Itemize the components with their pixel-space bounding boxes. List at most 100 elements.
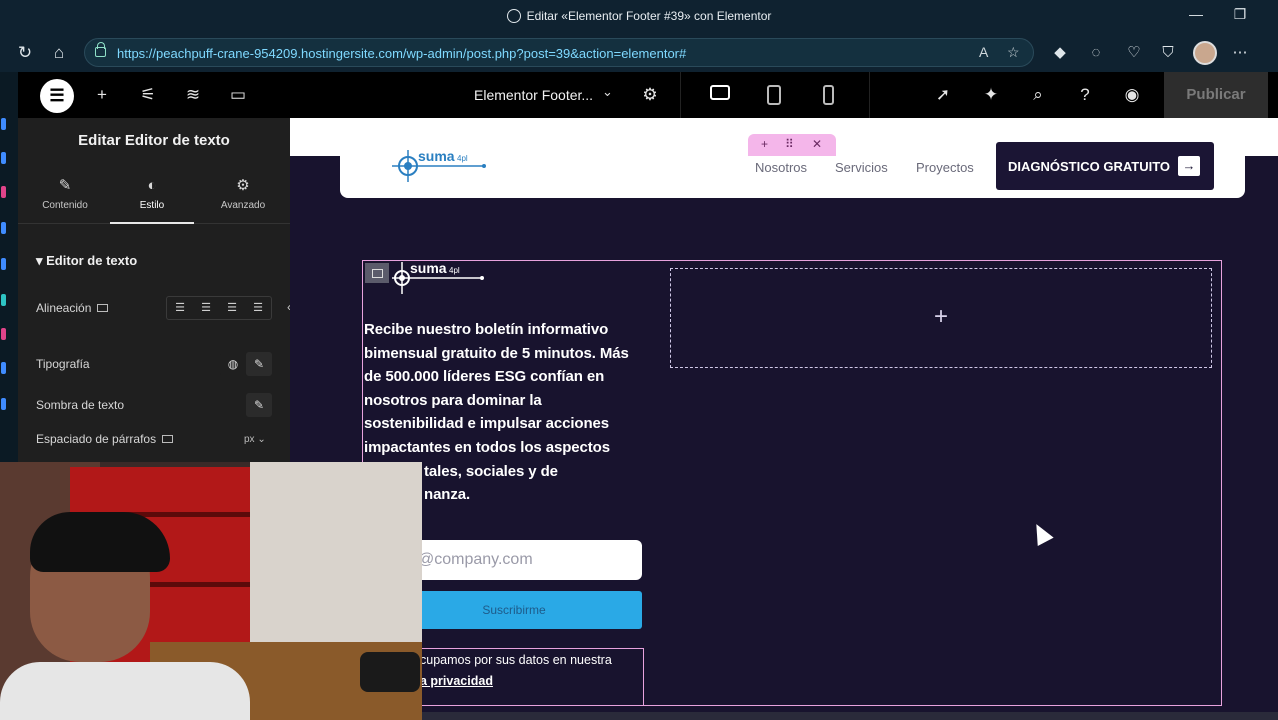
minimize-button[interactable]: — <box>1186 6 1206 26</box>
section-handle[interactable]: + ⠿ ✕ <box>748 134 836 156</box>
delete-section-icon[interactable]: ✕ <box>812 137 822 151</box>
browser-essentials-icon[interactable]: ⛉ <box>1158 43 1178 63</box>
notifications-icon[interactable]: ✦ <box>980 84 1002 106</box>
cta-label: DIAGNÓSTICO GRATUITO <box>1008 159 1171 174</box>
nav-link-proyectos[interactable]: Proyectos <box>916 160 974 175</box>
strip-indicator <box>1 186 6 198</box>
rocket-icon[interactable]: ➚ <box>932 84 954 106</box>
monitor-icon[interactable] <box>162 435 174 443</box>
profile-avatar[interactable] <box>1193 41 1217 65</box>
text-line: de 500.000 líderes ESG confían en <box>364 368 605 386</box>
privacy-link[interactable]: a privacidad <box>420 674 493 688</box>
edit-text-shadow-icon[interactable]: ✎ <box>246 393 272 417</box>
panel-tabs: ✎ Contenido ◐ Estilo ⚙ Avanzado <box>18 168 290 224</box>
preview-eye-icon[interactable]: ◉ <box>1121 84 1143 106</box>
footer-logo-subtext: 4pl <box>449 266 460 275</box>
favorite-star-icon[interactable]: ☆ <box>1007 44 1020 61</box>
home-icon[interactable]: ⌂ <box>48 42 70 64</box>
desktop-icon[interactable] <box>710 85 730 100</box>
read-aloud-icon[interactable]: A <box>979 44 988 60</box>
paragraph-spacing-label: Espaciado de párrafos <box>36 432 174 446</box>
editor-canvas: suma 4pl Nosotros Servicios Proyectos DI… <box>290 118 1278 720</box>
heart-pulse-icon[interactable]: ♡ <box>1124 43 1144 63</box>
tab-style[interactable]: ◐ Estilo <box>110 168 194 224</box>
page-settings-gear-icon[interactable]: ⚙ <box>639 84 661 106</box>
alignment-label: Alineación <box>36 301 109 315</box>
nav-link-nosotros[interactable]: Nosotros <box>755 160 807 175</box>
shield-extension-icon[interactable]: ◆ <box>1050 43 1070 63</box>
site-settings-icon[interactable]: ⚟ <box>137 84 159 106</box>
text-line: impactantes en todos los aspectos <box>364 438 610 456</box>
chevron-down-icon[interactable]: ⌄ <box>602 84 613 100</box>
responsive-mode-group <box>680 72 870 118</box>
footer-logo[interactable]: suma 4pl <box>390 258 490 298</box>
align-center-icon[interactable]: ☰ <box>193 297 219 319</box>
add-element-icon[interactable]: + <box>91 84 113 106</box>
text-shadow-label: Sombra de texto <box>36 398 125 412</box>
publish-button[interactable]: Publicar <box>1164 72 1268 118</box>
tablet-icon[interactable] <box>767 85 781 105</box>
restore-button[interactable]: ❐ <box>1230 6 1250 26</box>
alignment-label-text: Alineación <box>36 301 92 315</box>
unit-value: px <box>244 434 255 445</box>
text-line: sostenibilidad e impulsar acciones <box>364 415 610 433</box>
globe-icon <box>506 9 521 23</box>
strip-indicator <box>1 328 6 340</box>
text-line: Recibe nuestro boletín informativo <box>364 321 609 338</box>
structure-layers-icon[interactable]: ≋ <box>182 84 204 106</box>
section-toggle[interactable]: ▾ Editor de texto <box>36 253 137 269</box>
strip-indicator <box>1 258 6 270</box>
text-line: nosotros para dominar la <box>364 391 542 409</box>
extension-icon[interactable]: ◌ <box>1086 43 1106 63</box>
footer-logo-text: suma <box>410 260 447 276</box>
more-menu-icon[interactable]: ⋯ <box>1230 43 1250 63</box>
empty-column-dropzone[interactable]: + <box>670 268 1212 368</box>
add-widget-icon[interactable]: + <box>671 303 1211 331</box>
comments-icon[interactable]: ▭ <box>227 84 249 106</box>
panel-title: Editar Editor de texto <box>78 132 230 149</box>
site-logo[interactable]: suma 4pl <box>388 146 488 186</box>
tab-content[interactable]: ✎ Contenido <box>20 168 110 224</box>
webcam-object <box>360 652 420 692</box>
logo-text: suma <box>418 148 455 164</box>
subscribe-button[interactable]: Suscribirme <box>386 591 642 629</box>
contrast-icon: ◐ <box>147 177 157 194</box>
mobile-icon[interactable] <box>823 85 834 105</box>
edit-typography-icon[interactable]: ✎ <box>246 352 272 376</box>
tab-advanced[interactable]: ⚙ Avanzado <box>198 168 288 224</box>
gear-icon: ⚙ <box>236 177 250 194</box>
tab-label: Estilo <box>139 200 165 211</box>
elementor-logo-icon[interactable]: ☰ <box>40 79 74 113</box>
logo-subtext: 4pl <box>457 154 468 163</box>
align-right-icon[interactable]: ☰ <box>219 297 245 319</box>
monitor-icon[interactable] <box>97 304 109 312</box>
url-text: https://peachpuff-crane-954209.hostinger… <box>117 46 687 61</box>
section-title: Editor de texto <box>46 253 138 268</box>
arrow-right-icon: → <box>1178 156 1200 176</box>
drag-handle-icon[interactable]: ⠿ <box>785 137 794 151</box>
nav-link-servicios[interactable]: Servicios <box>835 160 888 175</box>
elementor-top-bar: ☰ + ⚟ ≋ ▭ Elementor Footer... ⌄ ⚙ ➚ ✦ ⌕ … <box>18 72 1278 118</box>
tab-label: Avanzado <box>220 200 266 211</box>
help-icon[interactable]: ? <box>1074 84 1096 106</box>
align-left-icon[interactable]: ☰ <box>167 297 193 319</box>
edit-column-handle[interactable] <box>365 263 389 283</box>
cta-button[interactable]: DIAGNÓSTICO GRATUITO → <box>996 142 1214 190</box>
email-field[interactable]: @company.com <box>386 540 642 580</box>
search-icon[interactable]: ⌕ <box>1027 84 1049 106</box>
unit-select[interactable]: px ⌄ <box>244 434 266 445</box>
paragraph-spacing-text: Espaciado de párrafos <box>36 432 157 446</box>
add-section-icon[interactable]: + <box>761 137 768 151</box>
window-title-text: Editar «Elementor Footer #39» con Elemen… <box>526 9 772 23</box>
align-justify-icon[interactable]: ☰ <box>245 297 271 319</box>
lock-icon <box>95 42 106 57</box>
address-bar[interactable]: https://peachpuff-crane-954209.hostinger… <box>84 38 1034 67</box>
strip-indicator <box>1 222 6 234</box>
document-title[interactable]: Elementor Footer... <box>474 87 593 103</box>
strip-indicator <box>1 398 6 410</box>
taskbar-edge <box>422 712 1278 720</box>
reload-icon[interactable]: ↻ <box>14 42 36 64</box>
webcam-overlay <box>0 462 422 720</box>
global-typography-icon[interactable]: ◍ <box>220 352 246 376</box>
window-title: Editar «Elementor Footer #39» con Elemen… <box>0 9 1278 23</box>
